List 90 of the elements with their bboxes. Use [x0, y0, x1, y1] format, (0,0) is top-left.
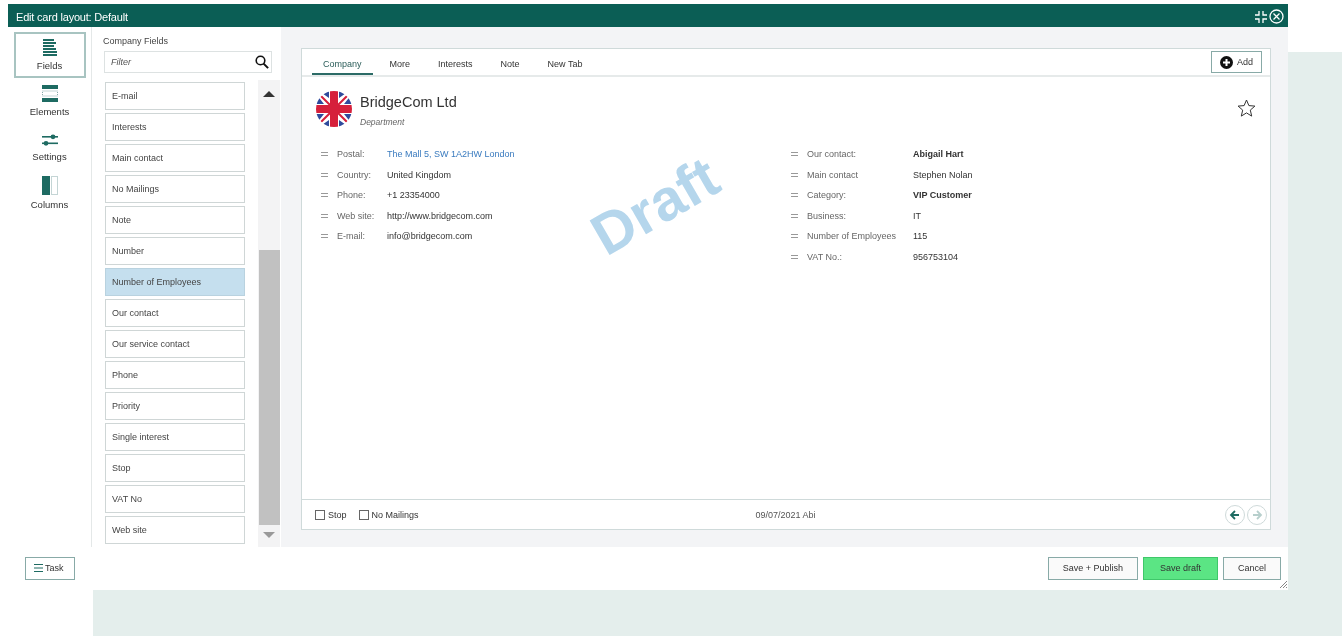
- drag-handle-icon[interactable]: [791, 152, 798, 157]
- field-item[interactable]: Phone: [105, 361, 245, 389]
- scroll-up-icon[interactable]: [263, 90, 275, 98]
- plus-icon: [1220, 55, 1233, 69]
- action-button[interactable]: Save + Publish: [1047, 556, 1138, 580]
- drag-handle-icon[interactable]: [791, 193, 798, 198]
- drag-handle-icon[interactable]: [321, 213, 328, 218]
- nav-button[interactable]: Fields: [13, 32, 86, 78]
- field-item[interactable]: Our service contact: [105, 330, 245, 358]
- search-icon[interactable]: [255, 55, 269, 69]
- field-value: Abigail Hart: [913, 149, 964, 160]
- checkbox-label: No Mailings: [371, 509, 419, 520]
- field-label: Web site:: [337, 210, 376, 221]
- layout-icon: [41, 85, 58, 102]
- field-label: Number of Employees: [807, 231, 898, 242]
- field-label: Phone:: [337, 190, 367, 201]
- field-value: VIP Customer: [913, 190, 972, 201]
- list-icon: [41, 39, 58, 56]
- menu-icon: [34, 564, 43, 572]
- field-item[interactable]: Number: [105, 237, 245, 265]
- field-value: United Kingdom: [387, 169, 452, 180]
- action-button[interactable]: Cancel: [1223, 556, 1281, 580]
- field-value: Stephen Nolan: [913, 169, 973, 180]
- field-label: Main contact: [807, 169, 860, 180]
- flag-icon: [316, 91, 352, 127]
- field-label: Postal:: [337, 149, 366, 160]
- add-button[interactable]: Add: [1211, 51, 1262, 73]
- field-item[interactable]: E-mail: [105, 82, 245, 110]
- department-label: Department: [360, 117, 406, 127]
- field-value: info@bridgecom.com: [387, 231, 473, 242]
- drag-handle-icon[interactable]: [321, 193, 328, 198]
- scroll-down-icon[interactable]: [263, 531, 275, 539]
- drag-handle-icon[interactable]: [791, 234, 798, 239]
- drag-handle-icon[interactable]: [321, 234, 328, 239]
- collapse-icon[interactable]: [1255, 10, 1267, 23]
- columns-icon: [41, 176, 58, 195]
- company-name: BridgeCom Ltd: [360, 94, 457, 110]
- drag-handle-icon[interactable]: [791, 213, 798, 218]
- field-item[interactable]: Note: [105, 206, 245, 234]
- draft-watermark: Draft: [579, 142, 731, 269]
- field-item[interactable]: Stop: [105, 454, 245, 482]
- checkbox[interactable]: [315, 509, 325, 520]
- field-value: 115: [913, 231, 928, 242]
- field-value: +1 23354000: [387, 190, 440, 201]
- field-label: VAT No.:: [807, 251, 843, 262]
- tab[interactable]: Note: [489, 52, 531, 75]
- back-button[interactable]: [1225, 504, 1245, 525]
- field-label: Business:: [807, 210, 848, 221]
- field-value: http://www.bridgecom.com: [387, 210, 493, 221]
- field-label: E-mail:: [337, 231, 366, 242]
- field-value: 956753104: [913, 251, 959, 262]
- field-item[interactable]: Number of Employees: [105, 268, 245, 296]
- field-item[interactable]: Interests: [105, 113, 245, 141]
- field-item[interactable]: No Mailings: [105, 175, 245, 203]
- field-item[interactable]: Main contact: [105, 144, 245, 172]
- field-value: IT: [913, 210, 921, 221]
- panel-heading: Company Fields: [102, 35, 170, 46]
- field-item[interactable]: Web site: [105, 516, 245, 544]
- nav-button[interactable]: Elements: [13, 78, 86, 124]
- resize-grip-icon[interactable]: [1279, 580, 1287, 588]
- sliders-icon: [41, 132, 58, 147]
- task-button[interactable]: Task: [25, 556, 75, 580]
- drag-handle-icon[interactable]: [791, 254, 798, 259]
- checkbox[interactable]: [358, 509, 369, 520]
- address-link[interactable]: The Mall 5, SW 1A2HW London: [387, 149, 515, 160]
- checkbox-label: Stop: [328, 509, 347, 520]
- field-label: Country:: [337, 169, 372, 180]
- nav-button[interactable]: Columns: [13, 170, 86, 216]
- star-icon[interactable]: [1237, 99, 1256, 117]
- tab[interactable]: New Tab: [536, 52, 594, 75]
- close-icon[interactable]: [1269, 9, 1284, 24]
- filter-field[interactable]: Filter: [104, 51, 272, 73]
- tab[interactable]: Company: [312, 52, 373, 75]
- window-title: Edit card layout: Default: [16, 10, 129, 23]
- field-label: Our contact:: [807, 149, 858, 160]
- tab[interactable]: More: [378, 52, 422, 75]
- drag-handle-icon[interactable]: [321, 152, 328, 157]
- save-draft-button[interactable]: Save draft: [1142, 556, 1218, 580]
- drag-handle-icon[interactable]: [791, 172, 798, 177]
- tab[interactable]: Interests: [427, 52, 484, 75]
- field-item[interactable]: Single interest: [105, 423, 245, 451]
- field-item[interactable]: Our contact: [105, 299, 245, 327]
- field-item[interactable]: VAT No: [105, 485, 245, 513]
- scrollbar-thumb[interactable]: [258, 250, 280, 525]
- modified-date-label: 09/07/2021 Abi: [755, 509, 816, 520]
- field-item[interactable]: Priority: [105, 392, 245, 420]
- scrollbar[interactable]: [258, 80, 280, 547]
- nav-button[interactable]: Settings: [13, 124, 86, 170]
- drag-handle-icon[interactable]: [321, 172, 328, 177]
- field-label: Category:: [807, 190, 848, 201]
